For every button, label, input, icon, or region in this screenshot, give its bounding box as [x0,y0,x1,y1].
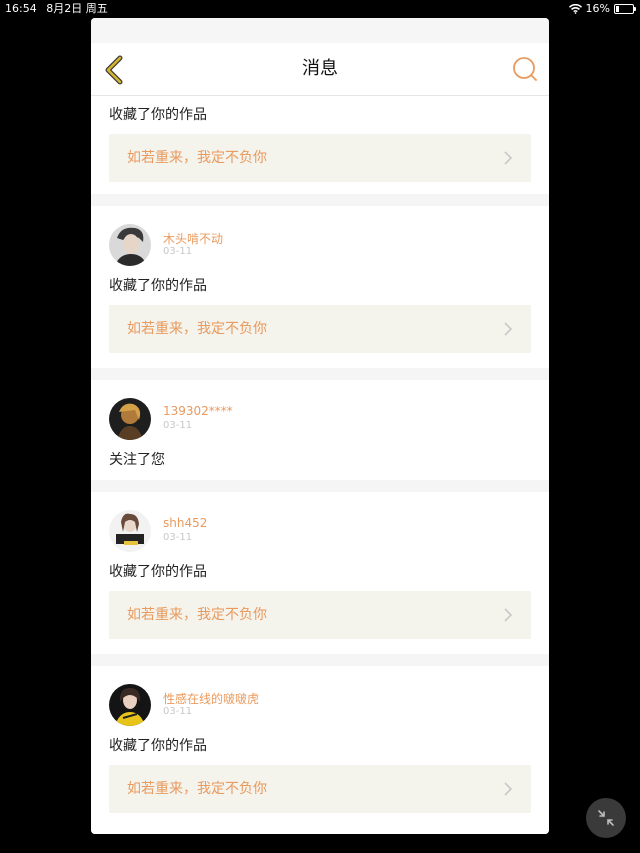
message-action: 收藏了你的作品 [109,738,207,754]
username[interactable]: 139302**** [163,404,233,418]
chevron-right-icon [504,782,513,796]
avatar[interactable] [109,684,151,726]
work-title: 如若重来，我定不负你 [127,607,267,623]
status-time: 16:54 [5,2,37,15]
divider [91,480,549,492]
message-item: 性感在线的啵啵虎 03-11 收藏了你的作品 如若重来，我定不负你 [91,666,549,834]
search-icon[interactable] [512,56,538,82]
work-title: 如若重来，我定不负你 [127,321,267,337]
page-title: 消息 [302,58,338,79]
work-card[interactable]: 如若重来，我定不负你 [109,134,531,182]
message-action: 收藏了你的作品 [109,107,207,123]
chevron-right-icon [504,322,513,336]
divider [91,368,549,380]
work-title: 如若重来，我定不负你 [127,781,267,797]
avatar[interactable] [109,224,151,266]
message-action: 关注了您 [109,452,165,468]
message-action: 收藏了你的作品 [109,564,207,580]
message-date: 03-11 [163,706,193,717]
collapse-button[interactable] [586,798,626,838]
username[interactable]: shh452 [163,516,207,530]
message-item: shh452 03-11 收藏了你的作品 如若重来，我定不负你 [91,492,549,654]
chevron-right-icon [504,608,513,622]
message-date: 03-11 [163,420,193,431]
status-bar: 16:54 8月2日 周五 16% [0,0,640,18]
avatar[interactable] [109,398,151,440]
message-item: 收藏了你的作品 如若重来，我定不负你 [91,96,549,194]
avatar[interactable] [109,510,151,552]
message-item: 木头啃不动 03-11 收藏了你的作品 如若重来，我定不负你 [91,206,549,368]
message-date: 03-11 [163,246,193,257]
username[interactable]: 性感在线的啵啵虎 [163,690,259,707]
message-panel: 消息 收藏了你的作品 如若重来，我定不负你 木头啃不动 03-11 收藏了你的作… [91,18,549,834]
work-card[interactable]: 如若重来，我定不负你 [109,765,531,813]
message-item: 139302**** 03-11 关注了您 [91,380,549,480]
divider [91,194,549,206]
work-title: 如若重来，我定不负你 [127,150,267,166]
message-action: 收藏了你的作品 [109,278,207,294]
chevron-right-icon [504,151,513,165]
nav-bar: 消息 [91,43,549,96]
username[interactable]: 木头啃不动 [163,230,223,247]
status-date: 8月2日 周五 [46,2,108,15]
work-card[interactable]: 如若重来，我定不负你 [109,591,531,639]
work-card[interactable]: 如若重来，我定不负你 [109,305,531,353]
divider [91,654,549,666]
battery-icon [614,4,636,14]
message-date: 03-11 [163,532,193,543]
wifi-icon [568,4,582,14]
back-icon[interactable] [101,55,125,85]
collapse-arrows-icon [598,810,614,826]
battery-percent: 16% [585,2,610,15]
